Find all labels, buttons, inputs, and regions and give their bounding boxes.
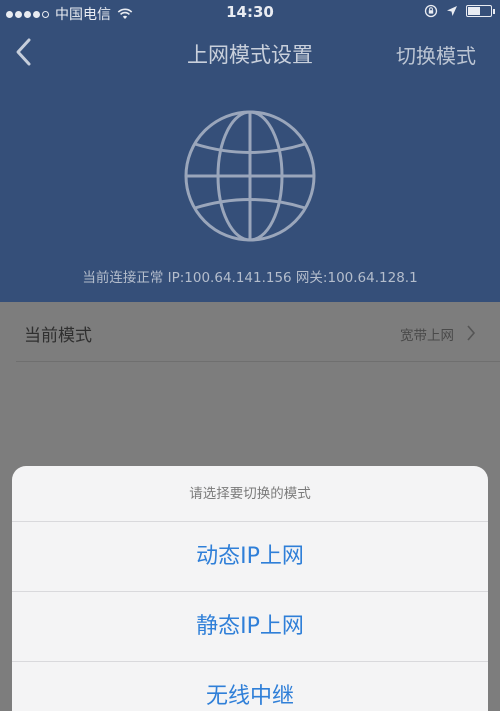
status-right	[424, 4, 495, 18]
globe-icon	[184, 110, 316, 242]
divider	[16, 361, 500, 362]
status-bar: 中国电信 14:30	[0, 0, 500, 24]
battery-icon	[466, 5, 495, 17]
current-mode-label: 当前模式	[24, 326, 92, 346]
location-arrow-icon	[447, 6, 457, 16]
nav-bar: 上网模式设置 切换模式	[0, 26, 500, 78]
mode-action-sheet: 请选择要切换的模式 动态IP上网 静态IP上网 无线中继	[12, 466, 488, 711]
chevron-right-icon	[467, 325, 476, 341]
option-dynamic-ip[interactable]: 动态IP上网	[12, 522, 488, 592]
current-mode-row[interactable]: 当前模式 宽带上网	[0, 302, 500, 362]
current-mode-value: 宽带上网	[400, 328, 454, 344]
header: 中国电信 14:30 上网模式设置 切换模式 当前连接正常 IP:100.64.…	[0, 0, 500, 302]
connection-info: 当前连接正常 IP:100.64.141.156 网关:100.64.128.1	[82, 270, 418, 286]
rotation-lock-icon	[424, 4, 438, 18]
action-sheet-title: 请选择要切换的模式	[12, 466, 488, 522]
battery-level	[468, 7, 481, 15]
option-static-ip[interactable]: 静态IP上网	[12, 592, 488, 662]
option-wireless-relay[interactable]: 无线中继	[12, 662, 488, 711]
switch-mode-button[interactable]: 切换模式	[396, 40, 476, 69]
